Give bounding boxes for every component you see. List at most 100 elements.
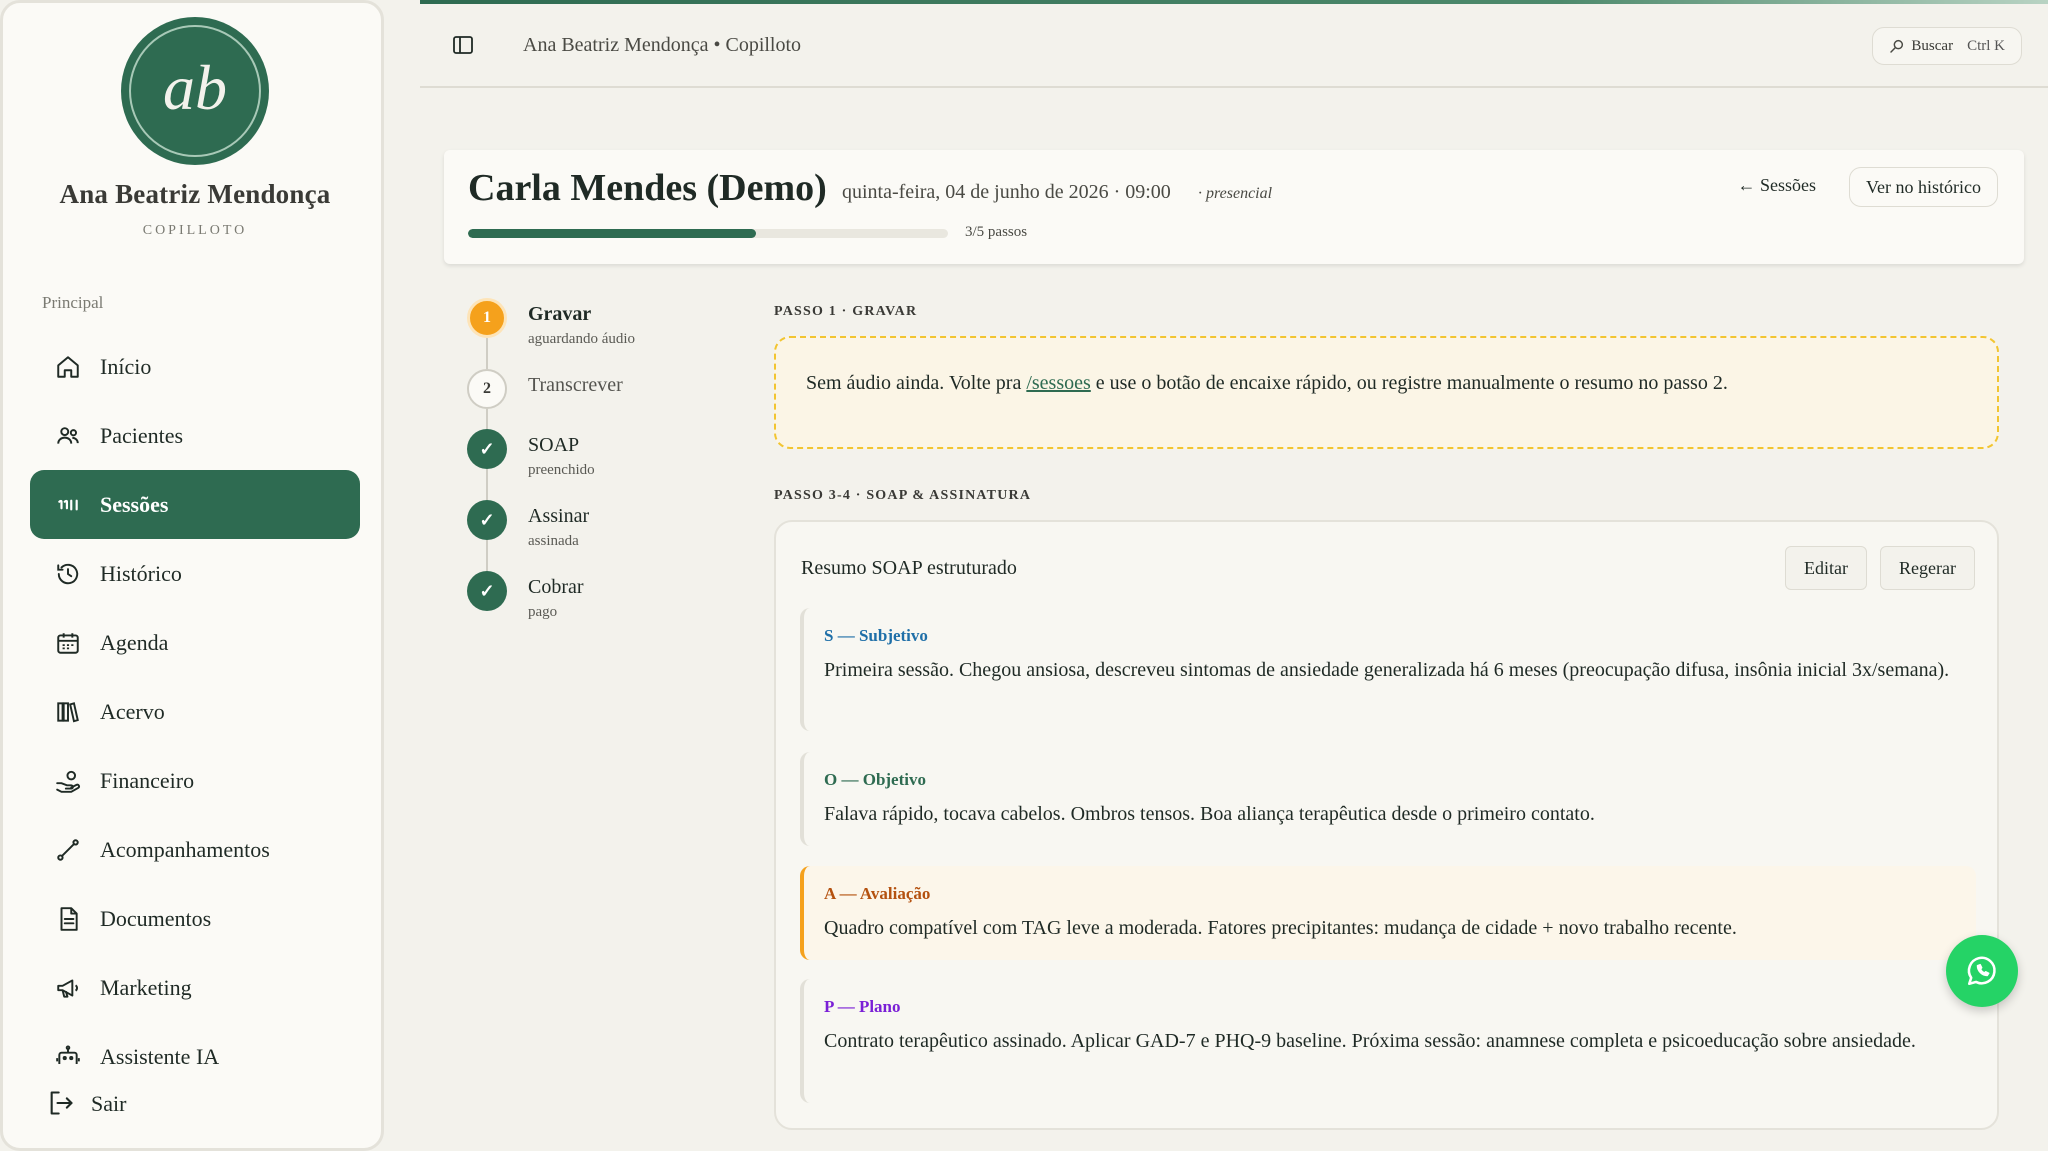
sidebar-item-sessoes[interactable]: Sessões	[30, 470, 360, 539]
home-icon	[54, 353, 82, 381]
search-icon	[1889, 38, 1905, 54]
sidebar-item-acervo[interactable]: Acervo	[30, 677, 360, 746]
step-assinar[interactable]: ✓ Assinar assinada	[467, 500, 727, 571]
avatar-initials: ab	[129, 25, 261, 157]
sidebar-toggle-button[interactable]	[450, 34, 476, 60]
step-transcrever[interactable]: 2 Transcrever	[467, 369, 727, 429]
step-connector	[486, 338, 488, 369]
sidebar-item-documentos[interactable]: Documentos	[30, 884, 360, 953]
soap-section-label: PASSO 3-4 · SOAP & ASSINATURA	[774, 488, 1032, 503]
document-icon	[54, 905, 82, 933]
finance-icon	[54, 767, 82, 795]
no-audio-notice: Sem áudio ainda. Volte pra /sessoes e us…	[774, 336, 1999, 449]
calendar-icon	[54, 629, 82, 657]
soap-objective: O — Objetivo Falava rápido, tocava cabel…	[800, 752, 1976, 846]
sidebar-item-label: Início	[100, 353, 152, 379]
search-shortcut: Ctrl K	[1967, 37, 2005, 54]
step-connector	[486, 469, 488, 500]
history-icon	[54, 560, 82, 588]
whatsapp-button[interactable]	[1946, 935, 2018, 1007]
brand-subtitle: COPILLOTO	[142, 223, 248, 238]
topbar: Ana Beatriz Mendonça • Copilloto Buscar …	[420, 4, 2048, 88]
no-audio-text: Sem áudio ainda. Volte pra /sessoes e us…	[806, 372, 1728, 395]
sidebar-item-label: Sessões	[100, 491, 169, 517]
step-status: preenchido	[528, 462, 595, 478]
sidebar-item-financeiro[interactable]: Financeiro	[30, 746, 360, 815]
session-progress-bar	[468, 229, 948, 238]
edit-button[interactable]: Editar	[1785, 546, 1867, 590]
sidebar-item-agenda[interactable]: Agenda	[30, 608, 360, 677]
search-label: Buscar	[1911, 37, 1954, 54]
sidebar-item-acompanhamentos[interactable]: Acompanhamentos	[30, 815, 360, 884]
sidebar-item-assistente-ia[interactable]: Assistente IA	[30, 1022, 360, 1064]
session-mode: · presencial	[1198, 185, 1273, 202]
session-header-card: Carla Mendes (Demo) quinta-feira, 04 de …	[444, 150, 2024, 264]
step1-section-label: PASSO 1 · GRAVAR	[774, 304, 918, 319]
back-to-sessions-link[interactable]: ← Sessões	[1737, 175, 1816, 196]
soap-plan-text: Contrato terapêutico assinado. Aplicar G…	[824, 1030, 1916, 1052]
sidebar-item-label: Acervo	[100, 698, 165, 724]
workflow-stepper: 1 Gravar aguardando áudio 2 Transcrever …	[467, 298, 727, 642]
check-icon: ✓	[467, 500, 507, 540]
soap-objective-text: Falava rápido, tocava cabelos. Ombros te…	[824, 803, 1595, 825]
soap-assessment: A — Avaliação Quadro compatível com TAG …	[800, 866, 1976, 960]
patient-name: Carla Mendes (Demo)	[468, 167, 827, 209]
sidebar-item-historico[interactable]: Histórico	[30, 539, 360, 608]
step-status: aguardando áudio	[528, 331, 636, 347]
soap-assessment-heading: A — Avaliação	[824, 884, 931, 903]
logout-button[interactable]: Sair	[47, 1089, 126, 1119]
soap-card-title: Resumo SOAP estruturado	[801, 557, 1017, 579]
nav-section-label: Principal	[42, 293, 104, 312]
sessions-icon	[54, 491, 82, 519]
route-icon	[54, 836, 82, 864]
step-title: Assinar	[528, 505, 590, 527]
step-gravar[interactable]: 1 Gravar aguardando áudio	[467, 298, 727, 369]
soap-card: Resumo SOAP estruturado Editar Regerar S…	[774, 520, 1999, 1130]
whatsapp-icon	[1964, 953, 2000, 989]
session-progress-label: 3/5 passos	[965, 224, 1028, 240]
step-connector	[486, 409, 488, 429]
step-title: Gravar	[528, 303, 592, 325]
sidebar-item-marketing[interactable]: Marketing	[30, 953, 360, 1022]
check-icon: ✓	[467, 571, 507, 611]
logout-label: Sair	[91, 1091, 127, 1116]
step-connector	[486, 540, 488, 571]
sidebar-item-label: Financeiro	[100, 767, 195, 793]
panel-left-icon	[451, 33, 475, 62]
step-cobrar[interactable]: ✓ Cobrar pago	[467, 571, 727, 642]
step-status: pago	[528, 604, 558, 620]
session-progress-fill	[468, 229, 756, 238]
breadcrumb: Ana Beatriz Mendonça • Copilloto	[523, 34, 802, 56]
step-title: SOAP	[528, 434, 580, 456]
sidebar-item-inicio[interactable]: Início	[30, 332, 360, 401]
soap-assessment-text: Quadro compatível com TAG leve a moderad…	[824, 917, 1737, 939]
sidebar: ab Ana Beatriz Mendonça COPILLOTO Princi…	[0, 0, 384, 1151]
library-icon	[54, 698, 82, 726]
sidebar-item-pacientes[interactable]: Pacientes	[30, 401, 360, 470]
regenerate-button[interactable]: Regerar	[1880, 546, 1975, 590]
brand-name: Ana Beatriz Mendonça	[59, 179, 331, 209]
view-history-button[interactable]: Ver no histórico	[1849, 167, 1998, 207]
sidebar-item-label: Documentos	[100, 905, 212, 931]
sidebar-item-label: Histórico	[100, 560, 182, 586]
check-icon: ✓	[467, 429, 507, 469]
session-date-time: quinta-feira, 04 de junho de 2026 · 09:0…	[842, 181, 1171, 203]
sidebar-item-label: Marketing	[100, 974, 192, 1000]
sidebar-item-label: Assistente IA	[100, 1043, 220, 1065]
step-soap[interactable]: ✓ SOAP preenchido	[467, 429, 727, 500]
soap-subjective: S — Subjetivo Primeira sessão. Chegou an…	[800, 608, 1976, 731]
bot-icon	[54, 1043, 82, 1064]
soap-subjective-text: Primeira sessão. Chegou ansiosa, descrev…	[824, 659, 1950, 681]
step-indicator: 1	[467, 298, 507, 338]
avatar: ab	[121, 17, 269, 165]
search-button[interactable]: Buscar Ctrl K	[1872, 27, 2022, 65]
sidebar-nav: Início Pacientes Sessões Histórico Agend…	[30, 332, 360, 1064]
sessions-link[interactable]: /sessoes	[1026, 372, 1090, 394]
users-icon	[54, 422, 82, 450]
sidebar-item-label: Pacientes	[100, 422, 184, 448]
megaphone-icon	[54, 974, 82, 1002]
soap-objective-heading: O — Objetivo	[824, 770, 926, 789]
step-title: Transcrever	[528, 374, 623, 396]
soap-plan-heading: P — Plano	[824, 997, 901, 1016]
no-audio-text-before: Sem áudio ainda. Volte pra	[806, 372, 1027, 394]
